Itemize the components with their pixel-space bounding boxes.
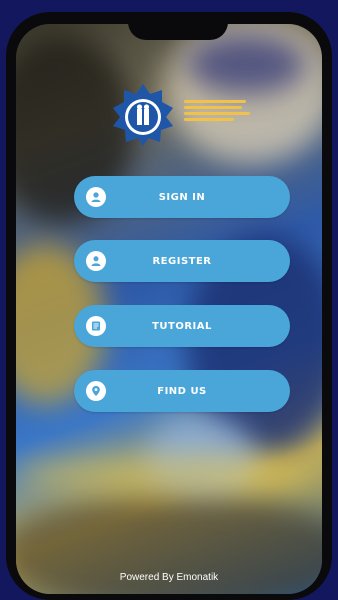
powered-by-text: Powered By Emonatik	[119, 572, 219, 583]
account-icon	[86, 251, 106, 271]
user-icon	[86, 187, 106, 207]
register-label: REGISTER	[152, 255, 212, 267]
tutorial-label: TUTORIAL	[152, 320, 212, 332]
location-icon	[86, 381, 106, 401]
background-blur	[16, 454, 316, 494]
logo-text-graphic	[184, 100, 250, 124]
tutorial-button[interactable]: TUTORIAL	[74, 305, 290, 347]
app-logo	[110, 82, 260, 146]
book-icon	[86, 316, 106, 336]
find-us-label: FIND US	[157, 385, 207, 397]
find-us-button[interactable]: FIND US	[74, 370, 290, 412]
phone-notch	[128, 12, 228, 40]
organization-emblem-icon	[113, 84, 173, 146]
register-button[interactable]: REGISTER	[74, 240, 290, 282]
sign-in-button[interactable]: SIGN IN	[74, 176, 290, 218]
sign-in-label: SIGN IN	[158, 191, 206, 203]
